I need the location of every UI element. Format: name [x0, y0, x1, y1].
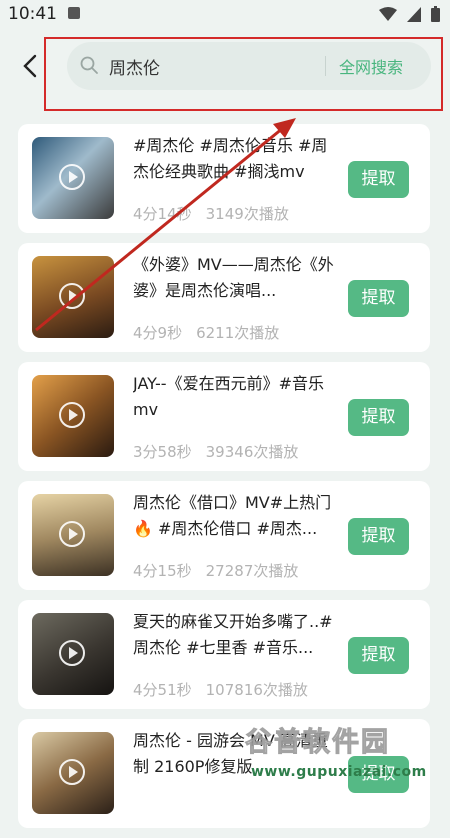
- video-plays: 27287次播放: [205, 562, 299, 580]
- list-item[interactable]: JAY--《爱在西元前》#音乐mv 3分58秒 39346次播放 提取: [18, 362, 430, 471]
- extract-button[interactable]: 提取: [348, 161, 409, 198]
- video-duration: 4分51秒: [133, 681, 192, 699]
- list-item[interactable]: 周杰伦《借口》MV#上热门🔥 #周杰伦借口 #周杰... 4分15秒 27287次…: [18, 481, 430, 590]
- video-title: JAY--《爱在西元前》#音乐mv: [133, 374, 324, 419]
- video-meta: 4分9秒 6211次播放: [133, 322, 279, 343]
- video-meta: [133, 798, 147, 816]
- video-meta: 4分51秒 107816次播放: [133, 679, 308, 700]
- video-title: 《外婆》MV——周杰伦《外婆》是周杰伦演唱...: [133, 255, 334, 300]
- video-plays: 39346次播放: [205, 443, 299, 461]
- video-thumbnail[interactable]: [32, 494, 114, 576]
- play-icon: [59, 640, 85, 666]
- video-thumbnail[interactable]: [32, 137, 114, 219]
- status-time: 10:41: [8, 4, 57, 24]
- video-meta: 4分14秒 3149次播放: [133, 203, 289, 224]
- status-bar: 10:41: [0, 0, 450, 30]
- extract-button[interactable]: 提取: [348, 637, 409, 674]
- video-title: 周杰伦《借口》MV#上热门🔥 #周杰伦借口 #周杰...: [133, 493, 332, 538]
- video-meta: 4分15秒 27287次播放: [133, 560, 298, 581]
- list-item[interactable]: #周杰伦 #周杰伦音乐 #周杰伦经典歌曲 #搁浅mv 4分14秒 3149次播放 …: [18, 124, 430, 233]
- play-icon: [59, 283, 85, 309]
- video-meta: 3分58秒 39346次播放: [133, 441, 298, 462]
- watermark-brand: 谷普软件园: [245, 727, 390, 759]
- signal-icon: [407, 6, 421, 22]
- notification-icon: [68, 7, 80, 19]
- play-icon: [59, 164, 85, 190]
- video-duration: 4分9秒: [133, 324, 183, 342]
- list-item[interactable]: 夏天的麻雀又开始多嘴了..#周杰伦 #七里香 #音乐... 4分51秒 10781…: [18, 600, 430, 709]
- wifi-icon: [379, 6, 397, 21]
- status-icons: [379, 6, 440, 22]
- play-icon: [59, 759, 85, 785]
- video-thumbnail[interactable]: [32, 732, 114, 814]
- extract-button[interactable]: 提取: [348, 280, 409, 317]
- video-thumbnail[interactable]: [32, 256, 114, 338]
- watermark-url: www.gupuxiazai.com: [251, 764, 427, 780]
- search-header: 全网搜索: [0, 30, 450, 111]
- back-button[interactable]: [16, 52, 44, 80]
- video-title: #周杰伦 #周杰伦音乐 #周杰伦经典歌曲 #搁浅mv: [133, 136, 328, 181]
- back-arrow-icon: [23, 54, 37, 78]
- video-duration: 4分15秒: [133, 562, 192, 580]
- video-duration: 4分14秒: [133, 205, 192, 223]
- video-plays: 6211次播放: [196, 324, 280, 342]
- watermark: 谷普软件园 www.gupuxiazai.com: [245, 720, 450, 800]
- video-duration: 3分58秒: [133, 443, 192, 461]
- video-plays: 107816次播放: [205, 681, 308, 699]
- extract-button[interactable]: 提取: [348, 399, 409, 436]
- list-item[interactable]: 《外婆》MV——周杰伦《外婆》是周杰伦演唱... 4分9秒 6211次播放 提取: [18, 243, 430, 352]
- play-icon: [59, 521, 85, 547]
- play-icon: [59, 402, 85, 428]
- annotation-highlight-box: [44, 37, 443, 111]
- video-title: 夏天的麻雀又开始多嘴了..#周杰伦 #七里香 #音乐...: [133, 612, 333, 657]
- extract-button[interactable]: 提取: [348, 518, 409, 555]
- battery-icon: [431, 6, 440, 22]
- video-thumbnail[interactable]: [32, 375, 114, 457]
- video-thumbnail[interactable]: [32, 613, 114, 695]
- video-plays: 3149次播放: [205, 205, 289, 223]
